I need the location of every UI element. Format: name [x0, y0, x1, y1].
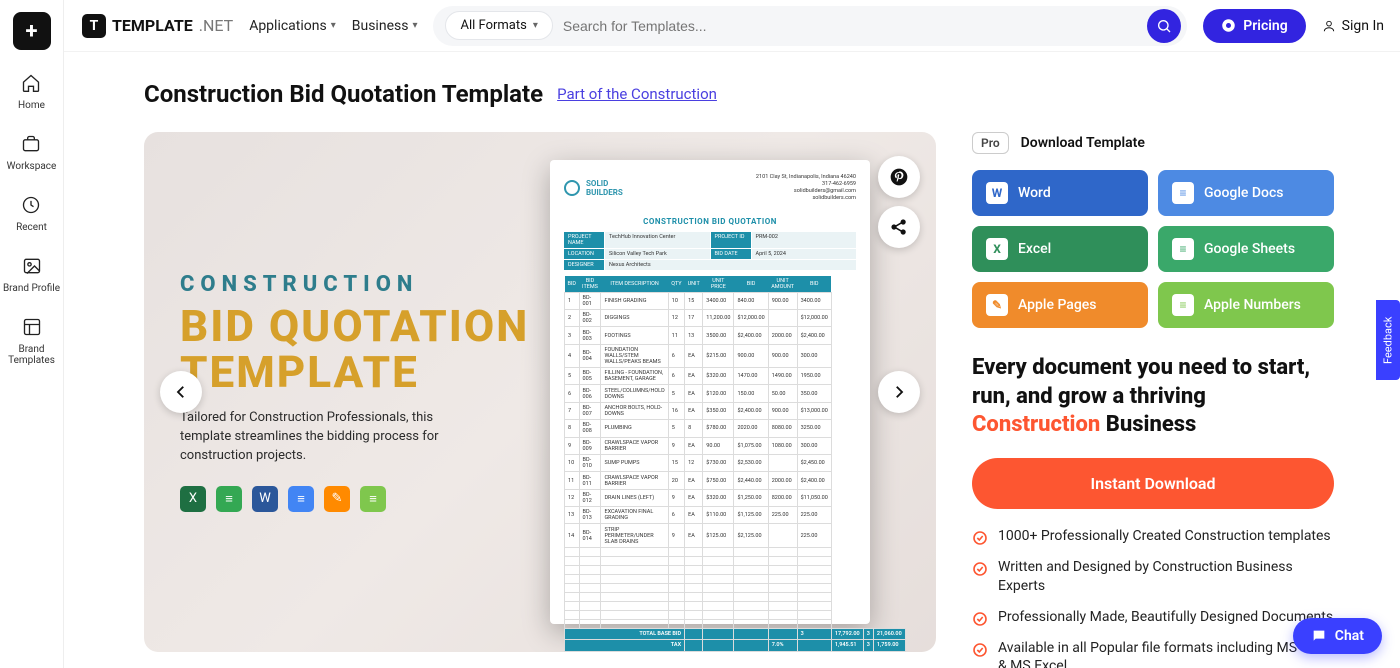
nav-applications-label: Applications: [249, 18, 327, 34]
hero-business: Business: [1106, 412, 1197, 437]
preview-subtext: Tailored for Construction Professionals,…: [180, 409, 480, 466]
carousel-prev-button[interactable]: [160, 371, 202, 413]
download-label: Word: [1018, 185, 1051, 201]
check-icon: [972, 642, 988, 658]
pages-icon: ✎: [324, 486, 350, 512]
signin-label: Sign In: [1342, 18, 1384, 34]
chevron-down-icon: ▾: [331, 20, 336, 31]
sidebar-item-label: Workspace: [7, 161, 57, 172]
download-label: Google Sheets: [1204, 241, 1295, 257]
sidebar-item-label: Home: [18, 100, 45, 111]
pinterest-button[interactable]: [878, 156, 920, 198]
pricing-button[interactable]: Pricing: [1203, 9, 1305, 43]
template-icon: [21, 316, 43, 338]
share-button[interactable]: [878, 206, 920, 248]
clock-icon: [20, 194, 42, 216]
logo-text: TEMPLATE: [112, 16, 193, 35]
home-icon: [20, 72, 42, 94]
create-button[interactable]: +: [13, 12, 51, 50]
search-input[interactable]: [563, 18, 1137, 34]
file-icon: W: [986, 182, 1008, 204]
page-title: Construction Bid Quotation Template: [144, 80, 543, 108]
chevron-down-icon: ▾: [412, 20, 417, 31]
pro-badge: Pro: [972, 132, 1009, 154]
nav-business[interactable]: Business ▾: [352, 18, 418, 34]
preview-label-bid: BID QUOTATION TEMPLATE: [180, 303, 544, 395]
user-icon: [1322, 19, 1336, 33]
download-excel-button[interactable]: X Excel: [972, 226, 1148, 272]
feature-item: Written and Designed by Construction Bus…: [972, 558, 1334, 596]
file-icon: X: [986, 238, 1008, 260]
feature-text: 1000+ Professionally Created Constructio…: [998, 527, 1331, 546]
download-title: Download Template: [1021, 135, 1145, 151]
feature-text: Professionally Made, Beautifully Designe…: [998, 608, 1333, 627]
file-icon: ≡: [1172, 294, 1194, 316]
sidebar-item-label: Recent: [16, 222, 47, 233]
chat-button[interactable]: Chat: [1293, 618, 1382, 654]
site-logo[interactable]: T TEMPLATE .NET: [82, 14, 233, 38]
chat-icon: [1311, 628, 1327, 644]
feature-text: Written and Designed by Construction Bus…: [998, 558, 1334, 596]
sidebar-item-label: Brand Profile: [3, 283, 60, 294]
download-google-sheets-button[interactable]: ≡ Google Sheets: [1158, 226, 1334, 272]
preview-app-icons: X ≡ W ≡ ✎ ≡: [180, 486, 544, 512]
briefcase-icon: [20, 133, 42, 155]
download-label: Apple Numbers: [1204, 297, 1301, 313]
file-icon: ✎: [986, 294, 1008, 316]
document-preview: SOLID BUILDERS 2101 Clay St, Indianapoli…: [550, 160, 870, 624]
file-icon: ≡: [1172, 182, 1194, 204]
excel-icon: X: [180, 486, 206, 512]
check-icon: [972, 530, 988, 546]
download-label: Apple Pages: [1018, 297, 1097, 313]
preview-label-construction: CONSTRUCTION: [180, 272, 544, 297]
feature-item: Professionally Made, Beautifully Designe…: [972, 608, 1334, 627]
feedback-tab[interactable]: Feedback: [1376, 300, 1400, 380]
hero-line1: Every document you need to start, run, a…: [972, 355, 1310, 409]
download-label: Excel: [1018, 241, 1051, 257]
feature-text: Available in all Popular file formats in…: [998, 639, 1334, 668]
format-label: All Formats: [460, 18, 526, 33]
sidebar-item-recent[interactable]: Recent: [16, 194, 47, 233]
chevron-down-icon: ▾: [533, 20, 538, 31]
image-icon: [21, 255, 43, 277]
carousel-next-button[interactable]: [878, 371, 920, 413]
file-icon: ≡: [1172, 238, 1194, 260]
signin-link[interactable]: Sign In: [1322, 18, 1384, 34]
sidebar-item-brand-profile[interactable]: Brand Profile: [3, 255, 60, 294]
download-label: Google Docs: [1204, 185, 1284, 201]
check-icon: [972, 611, 988, 627]
download-apple-pages-button[interactable]: ✎ Apple Pages: [972, 282, 1148, 328]
word-icon: W: [252, 486, 278, 512]
nav-business-label: Business: [352, 18, 409, 34]
search-button[interactable]: [1147, 9, 1181, 43]
logo-badge: T: [82, 14, 106, 38]
preview-panel: CONSTRUCTION BID QUOTATION TEMPLATE Tail…: [144, 132, 936, 652]
chat-label: Chat: [1335, 628, 1364, 644]
sidebar-item-label: Brand Templates: [0, 344, 63, 366]
pricing-label: Pricing: [1243, 18, 1287, 34]
feature-item: Available in all Popular file formats in…: [972, 639, 1334, 668]
tag-icon: [1221, 18, 1236, 33]
sidebar-item-home[interactable]: Home: [18, 72, 45, 111]
download-word-button[interactable]: W Word: [972, 170, 1148, 216]
sidebar-item-brand-templates[interactable]: Brand Templates: [0, 316, 63, 366]
gsheets-icon: ≡: [216, 486, 242, 512]
gdocs-icon: ≡: [288, 486, 314, 512]
numbers-icon: ≡: [360, 486, 386, 512]
nav-applications[interactable]: Applications ▾: [249, 18, 336, 34]
check-icon: [972, 561, 988, 577]
collection-link[interactable]: Part of the Construction: [557, 85, 717, 103]
hero-construction: Construction: [972, 412, 1100, 437]
feature-item: 1000+ Professionally Created Constructio…: [972, 527, 1334, 546]
download-apple-numbers-button[interactable]: ≡ Apple Numbers: [1158, 282, 1334, 328]
logo-ext: .NET: [199, 16, 233, 35]
sidebar-item-workspace[interactable]: Workspace: [7, 133, 57, 172]
search-bar: All Formats ▾: [433, 6, 1187, 46]
download-google-docs-button[interactable]: ≡ Google Docs: [1158, 170, 1334, 216]
format-dropdown[interactable]: All Formats ▾: [445, 11, 552, 40]
instant-download-button[interactable]: Instant Download: [972, 458, 1334, 509]
